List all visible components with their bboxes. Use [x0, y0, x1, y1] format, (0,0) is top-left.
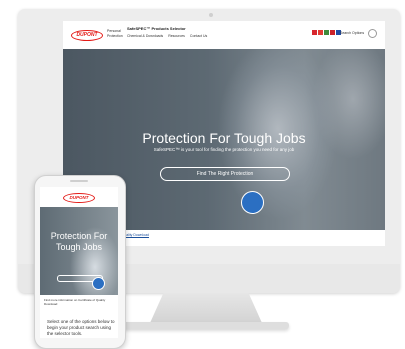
dupont-logo[interactable]: DUPONT — [71, 30, 103, 41]
monitor-base — [121, 322, 289, 329]
mobile-title-line-1: Protection For — [50, 231, 108, 241]
hero-subtitle: SafeSPEC™ is your tool for finding the p… — [153, 147, 295, 152]
hero-title: Protection For Tough Jobs — [142, 130, 306, 146]
camera-dot — [209, 13, 213, 17]
user-icon[interactable] — [368, 29, 377, 38]
mobile-info-text: Find more information on Certificate of … — [44, 298, 106, 306]
app-title: SafeSPEC™ Products Selector — [127, 26, 186, 31]
mobile-tyvek-badge — [92, 277, 105, 290]
nav-item-resources[interactable]: Resources — [168, 34, 185, 38]
country-flags[interactable] — [312, 30, 341, 35]
tyvek-badge — [241, 191, 264, 214]
brand-line-1: Personal — [107, 29, 121, 33]
main-nav: Chemical & Downloads Resources Contact U… — [127, 34, 207, 38]
flag-icon[interactable] — [312, 30, 317, 35]
flag-icon[interactable] — [330, 30, 335, 35]
site-header: DUPONT Personal Protection SafeSPEC™ Pro… — [63, 21, 385, 50]
nav-item-contact[interactable]: Contact Us — [190, 34, 207, 38]
phone-speaker — [70, 180, 88, 182]
mobile-screen: DUPONT Protection For Tough Jobs Find mo… — [40, 187, 118, 338]
nav-item-chemical[interactable]: Chemical & Downloads — [127, 34, 163, 38]
find-protection-button[interactable]: Find The Right Protection — [160, 167, 290, 181]
mobile-body-text: Select one of the options below to begin… — [47, 319, 115, 336]
dupont-logo-mobile[interactable]: DUPONT — [63, 193, 95, 203]
mobile-hero-title: Protection For Tough Jobs — [40, 231, 118, 253]
brand-line-2: Protection — [107, 34, 123, 38]
flag-icon[interactable] — [318, 30, 323, 35]
flag-icon[interactable] — [324, 30, 329, 35]
search-link[interactable]: Search Options — [340, 31, 364, 35]
mobile-title-line-2: Tough Jobs — [55, 242, 103, 252]
monitor-stand — [150, 293, 262, 323]
